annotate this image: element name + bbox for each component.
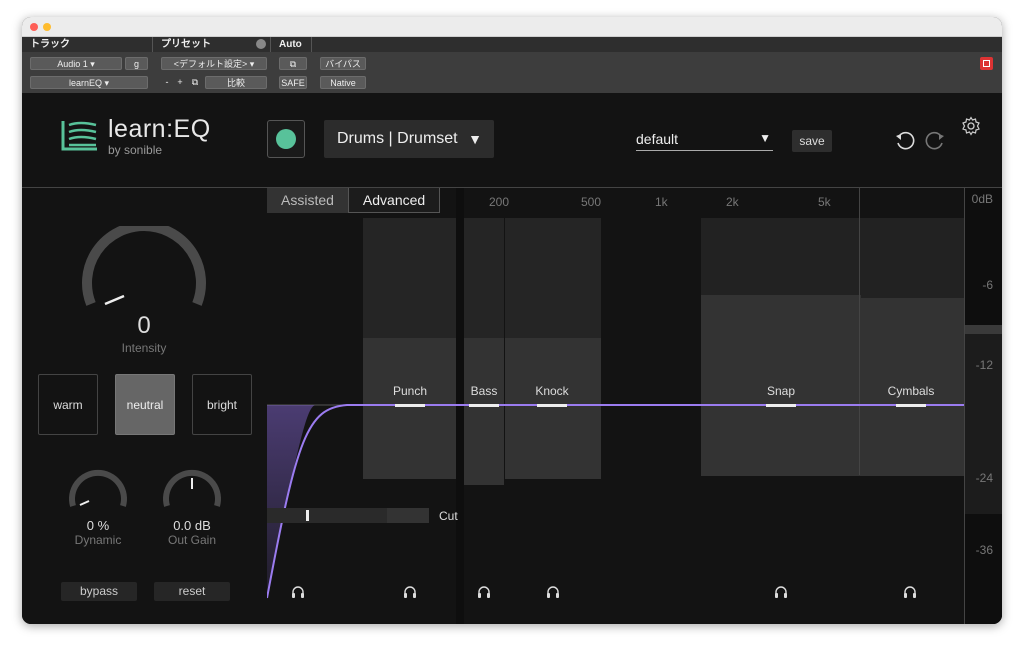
band-handle-cymbals[interactable] <box>896 404 926 407</box>
out-gain-knob[interactable] <box>161 468 223 510</box>
output-meter: 0dB -6 -12 -24 -36 <box>964 188 1002 624</box>
tone-neutral-button[interactable]: neutral <box>115 374 175 435</box>
solo-snap-headphone-icon[interactable] <box>774 585 788 599</box>
copy-icon[interactable]: ⧉ <box>188 76 202 89</box>
profile-dropdown[interactable]: Drums | Drumset ▼ <box>324 120 494 158</box>
out-gain-value: 0.0 dB <box>173 518 211 533</box>
meter-label-0db: 0dB <box>971 192 993 206</box>
meter-label-minus24: -24 <box>975 471 993 485</box>
plugin-ui: learn:EQ by sonible Drums | Drumset ▼ def… <box>22 93 1002 624</box>
band-label-snap: Snap <box>766 384 796 398</box>
automation-icon[interactable]: ⧉ <box>279 57 307 70</box>
bypass-pt-button[interactable]: バイパス <box>320 57 366 70</box>
preset-previous-button[interactable]: - <box>161 76 173 89</box>
track-selector[interactable]: Audio 1 ▾ <box>30 57 122 70</box>
safe-button[interactable]: SAFE <box>279 76 307 89</box>
save-button[interactable]: save <box>792 130 832 152</box>
learn-button[interactable] <box>267 120 305 158</box>
intensity-value: 0 <box>137 312 151 339</box>
track-header: トラック <box>22 37 153 52</box>
insert-selector[interactable]: learnEQ ▾ <box>30 76 148 89</box>
meter-level-bar <box>965 325 1002 334</box>
preset-selector[interactable]: <デフォルト設定> ▾ <box>161 57 267 70</box>
out-gain-label: Out Gain <box>167 533 217 547</box>
band-handle-snap[interactable] <box>766 404 796 407</box>
band-label-knock: Knock <box>535 384 569 398</box>
redo-icon[interactable] <box>922 131 946 151</box>
intensity-knob[interactable] <box>77 226 211 306</box>
preset-next-button[interactable]: + <box>174 76 186 89</box>
record-icon[interactable] <box>980 57 993 70</box>
compare-button[interactable]: 比較 <box>205 76 267 89</box>
solo-headphone-icon[interactable] <box>291 585 305 599</box>
plugin-window: トラック Audio 1 ▾ g learnEQ ▾ プリセット <デフォルト設… <box>22 17 1002 624</box>
dynamic-label: Dynamic <box>74 533 122 547</box>
intensity-label: Intensity <box>121 341 167 355</box>
meter-label-minus6: -6 <box>982 278 993 292</box>
preset-header: プリセット <box>153 37 271 52</box>
band-label-punch: Punch <box>392 384 428 398</box>
solo-cymbals-headphone-icon[interactable] <box>903 585 917 599</box>
preset-dropdown[interactable]: default ▼ <box>636 131 773 151</box>
left-panel: 0 Intensity warm neutral bright 0 % Dyna… <box>22 188 267 624</box>
group-button[interactable]: g <box>125 57 148 70</box>
logo-subtitle: by sonible <box>108 143 163 157</box>
tone-bright-button[interactable]: bright <box>192 374 252 435</box>
close-window-button[interactable] <box>30 23 38 31</box>
dynamic-knob[interactable] <box>67 468 129 510</box>
settings-gear-icon[interactable] <box>961 116 981 136</box>
cut-slider-handle[interactable] <box>306 510 309 521</box>
cut-slider[interactable] <box>267 508 429 523</box>
dropdown-arrow-icon: ▼ <box>759 131 771 145</box>
solo-punch-headphone-icon[interactable] <box>403 585 417 599</box>
solo-bass-headphone-icon[interactable] <box>477 585 491 599</box>
band-handle-knock[interactable] <box>537 404 567 407</box>
eq-curve <box>267 404 964 599</box>
tone-warm-button[interactable]: warm <box>38 374 98 435</box>
reset-button[interactable]: reset <box>154 582 230 601</box>
dropdown-arrow-icon: ▼ <box>468 131 482 147</box>
band-handle-bass[interactable] <box>469 404 499 407</box>
solo-knock-headphone-icon[interactable] <box>546 585 560 599</box>
learneq-logo-icon <box>61 121 97 151</box>
undo-icon[interactable] <box>894 131 918 151</box>
title-bar <box>22 17 1002 37</box>
dynamic-value: 0 % <box>86 518 110 533</box>
band-label-cymbals: Cymbals <box>887 384 935 398</box>
learn-indicator-icon <box>276 129 296 149</box>
learneq-logo: learn:EQ by sonible <box>60 115 210 158</box>
cut-label: Cut <box>439 509 458 523</box>
meter-label-minus36: -36 <box>975 543 993 557</box>
eq-display[interactable]: Assisted Advanced 200 500 1k 2k 5k Punch… <box>267 188 964 624</box>
auto-header: Auto <box>271 37 312 52</box>
minimize-window-button[interactable] <box>43 23 51 31</box>
preset-menu-icon[interactable] <box>256 39 266 49</box>
meter-label-minus12: -12 <box>975 358 993 372</box>
native-button[interactable]: Native <box>320 76 366 89</box>
bypass-button[interactable]: bypass <box>61 582 137 601</box>
band-handle-punch[interactable] <box>395 404 425 407</box>
logo-title: learn:EQ <box>108 115 211 143</box>
